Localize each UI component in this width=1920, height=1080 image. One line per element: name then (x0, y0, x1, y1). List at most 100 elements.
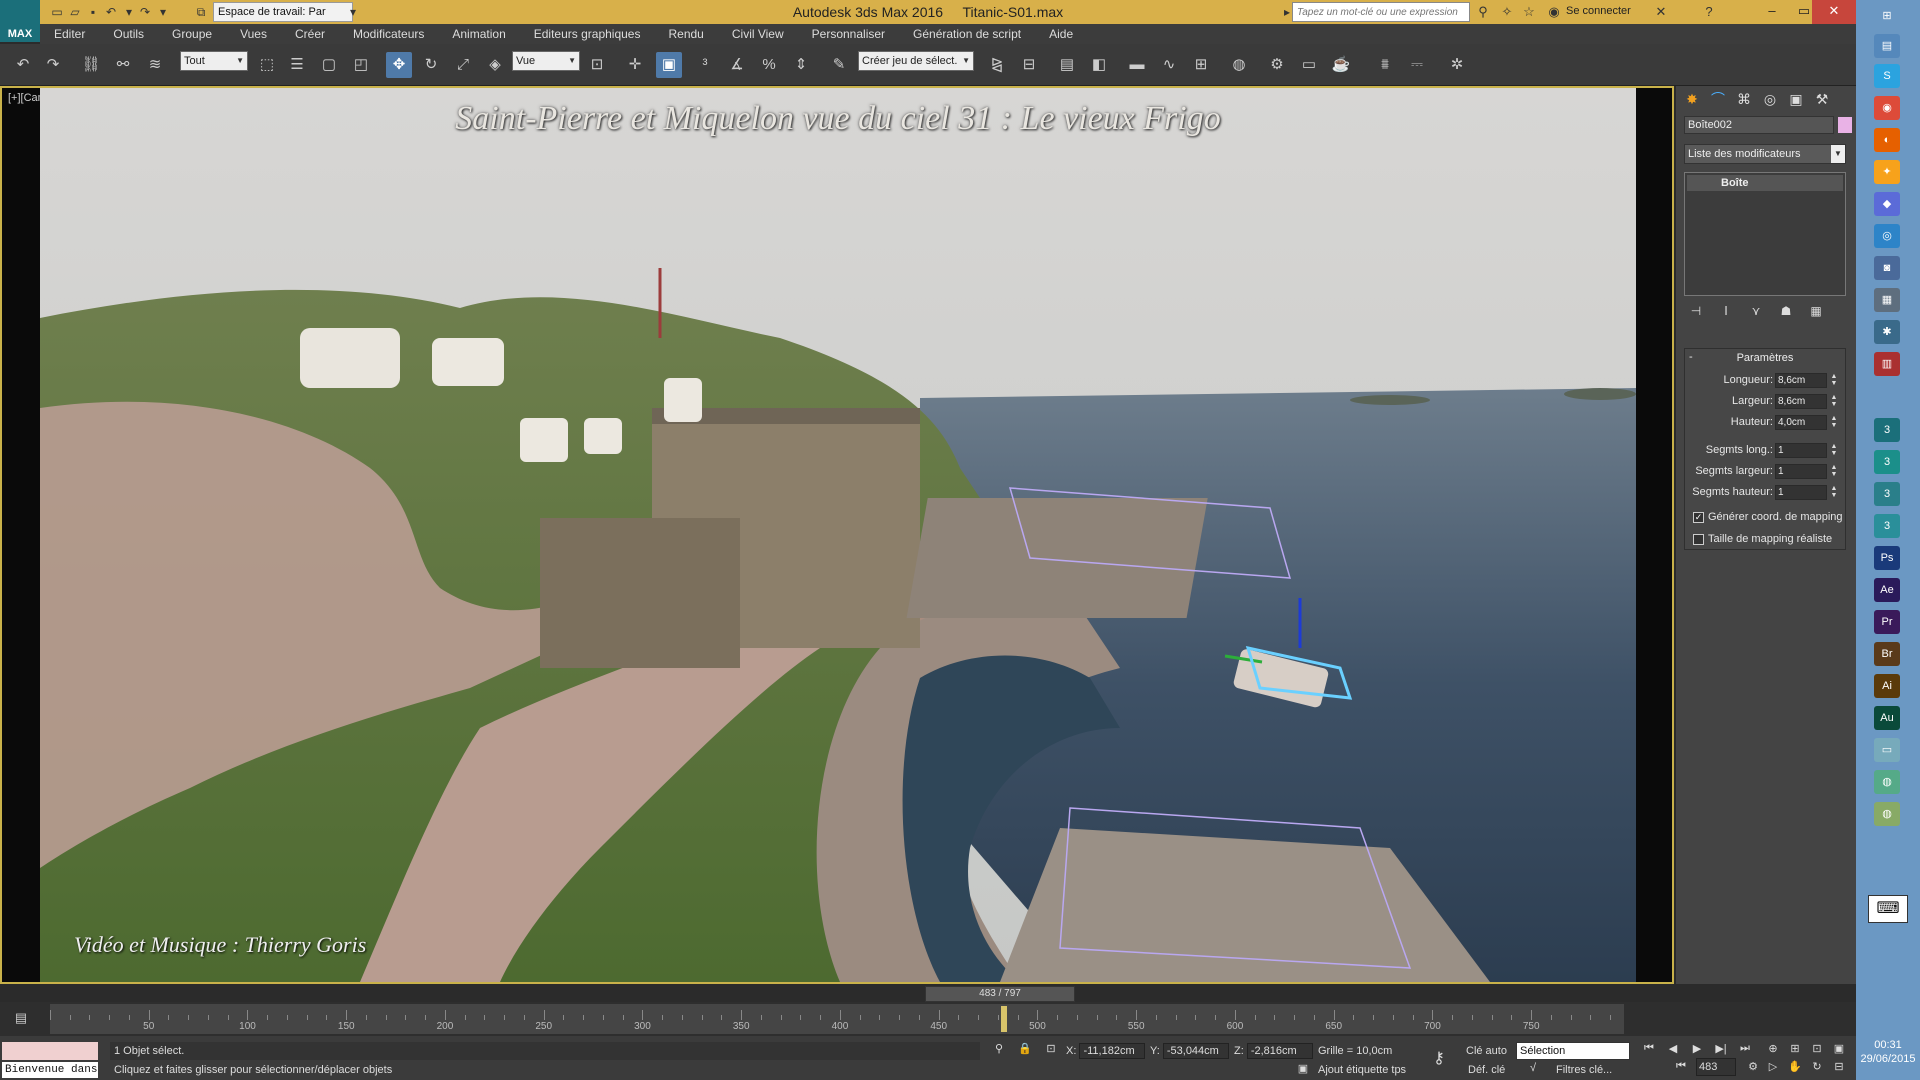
photoshop-icon[interactable]: Ps (1874, 546, 1900, 570)
3dsmax-icon[interactable]: 3 (1874, 418, 1900, 442)
favorites-star-icon[interactable]: ☆ (1520, 3, 1538, 21)
window-crossing-icon[interactable]: ◰ (348, 52, 374, 78)
modifier-stack[interactable]: Boîte (1684, 172, 1846, 296)
spinner-icon[interactable]: ▲ ▼ (1829, 373, 1839, 388)
material-editor-icon[interactable]: ◍ (1226, 52, 1252, 78)
minimize-button[interactable]: – (1756, 0, 1788, 24)
particle-view-icon[interactable]: ✲ (1444, 52, 1470, 78)
mirror-icon[interactable]: ⧎ (984, 52, 1010, 78)
key-icon[interactable]: ⚷ (1430, 1048, 1448, 1067)
app-icon[interactable]: ▥ (1874, 352, 1900, 376)
help-icon[interactable]: ? (1700, 3, 1718, 21)
param-value[interactable]: 1 (1775, 485, 1827, 500)
keyboard-shortcut-override-icon[interactable]: ▣ (656, 52, 682, 78)
z-field[interactable]: -2,816cm (1246, 1043, 1313, 1059)
reference-coordinate-dropdown[interactable]: Vue (512, 51, 580, 71)
search-input[interactable] (1292, 2, 1470, 22)
key-filter-icon[interactable]: √ (1524, 1062, 1542, 1078)
touch-keyboard-icon[interactable]: ⌨ (1868, 895, 1908, 923)
selection-filter-dropdown[interactable]: Tout (180, 51, 248, 71)
app-icon[interactable]: 3 (1874, 514, 1900, 538)
scene-background-image[interactable]: Saint-Pierre et Miquelon vue du ciel 31 … (40, 88, 1636, 982)
app-icon[interactable]: 3 (1874, 482, 1900, 506)
unlink-icon[interactable]: ⚯ (110, 52, 136, 78)
set-key-button[interactable]: Déf. clé (1468, 1064, 1505, 1076)
add-time-tag[interactable]: Ajout étiquette tps (1318, 1064, 1406, 1076)
menu-item-rendu[interactable]: Rendu (654, 24, 717, 44)
render-production-icon[interactable]: ☕ (1328, 52, 1354, 78)
pivot-center-icon[interactable]: ⊡ (584, 52, 610, 78)
modifier-list-dropdown[interactable]: Liste des modificateurs (1684, 144, 1846, 164)
blender-icon[interactable]: ✦ (1874, 160, 1900, 184)
menu-item-editer[interactable]: Editer (40, 24, 99, 44)
save-file-icon[interactable]: ▪ (84, 3, 102, 21)
key-selection-dropdown[interactable]: Sélection (1516, 1042, 1630, 1060)
key-filters-button[interactable]: Filtres clé... (1556, 1064, 1612, 1076)
object-name-field[interactable]: Boîte002 (1684, 116, 1834, 134)
windows-start-icon[interactable]: ⊞ (1874, 4, 1900, 28)
menu-item-modificateurs[interactable]: Modificateurs (339, 24, 438, 44)
track-bar[interactable]: ▤ 50 100 150 200 250 300 350 400 450 500 550 600 650… (0, 1002, 1856, 1036)
selection-lock-icon[interactable]: 🔒 (1016, 1042, 1034, 1058)
bind-space-warp-icon[interactable]: ≋ (142, 52, 168, 78)
checkbox-unchecked-icon[interactable] (1693, 533, 1704, 545)
spinner-snap-icon[interactable]: ⇕ (788, 52, 814, 78)
link-icon[interactable]: ⛓ (78, 52, 104, 78)
firefox-icon[interactable]: ◐ (1874, 128, 1900, 152)
named-selection-dropdown[interactable]: Créer jeu de sélect. (858, 51, 974, 71)
param-value[interactable]: 8,6cm (1775, 394, 1827, 409)
menu-item-animation[interactable]: Animation (438, 24, 519, 44)
field-of-view-icon[interactable]: ▷ (1764, 1060, 1782, 1076)
modifier-stack-item[interactable]: Boîte (1687, 175, 1843, 191)
spinner-icon[interactable]: ▲ ▼ (1829, 485, 1839, 500)
layer-explorer-icon[interactable]: ▤ (1054, 52, 1080, 78)
viewport-camera[interactable]: [+][Caméra][Tout] (0, 86, 1674, 984)
menu-item-editeurs-graphiques[interactable]: Editeurs graphiques (520, 24, 655, 44)
modify-tab-icon[interactable]: ⌒ (1706, 88, 1730, 110)
close-button[interactable]: ✕ (1812, 0, 1856, 24)
skype-icon[interactable]: S (1874, 64, 1900, 88)
select-object-icon[interactable]: ⬚ (254, 52, 280, 78)
ribbon-toggle-icon[interactable]: ▬ (1124, 52, 1150, 78)
time-slider[interactable]: 483 / 797 (925, 986, 1075, 1002)
user-icon[interactable]: ◉ (1545, 3, 1563, 21)
communication-center-icon[interactable]: ✧ (1498, 3, 1516, 21)
real-mapping-checkbox[interactable]: Taille de mapping réaliste (1693, 533, 1847, 547)
x-field[interactable]: -11,182cm (1079, 1043, 1146, 1059)
spinner-icon[interactable]: ▲ ▼ (1829, 443, 1839, 458)
undo-button[interactable]: ↶ (10, 52, 36, 78)
open-file-icon[interactable]: ▱ (66, 3, 84, 21)
after-effects-icon[interactable]: Ae (1874, 578, 1900, 602)
configure-sets-icon[interactable]: ▦ (1806, 304, 1826, 322)
app-icon[interactable]: ◙ (1874, 256, 1900, 280)
maxscript-listener-mini[interactable] (2, 1042, 98, 1060)
rectangular-selection-icon[interactable]: ▢ (316, 52, 342, 78)
timeline-playhead[interactable] (1000, 1006, 1007, 1032)
auto-key-button[interactable]: Clé auto (1466, 1045, 1507, 1057)
create-tab-icon[interactable]: ✸ (1680, 88, 1704, 110)
time-config-icon[interactable]: ⚙ (1744, 1060, 1762, 1076)
app-icon[interactable]: 3 (1874, 450, 1900, 474)
maxscript-welcome[interactable]: Bienvenue dans MAXScript. (2, 1062, 98, 1078)
param-value[interactable]: 8,6cm (1775, 373, 1827, 388)
placement-icon[interactable]: ◈ (482, 52, 508, 78)
civil-view-icon[interactable]: ⩩ (1372, 52, 1398, 78)
hierarchy-tab-icon[interactable]: ⌘ (1732, 88, 1756, 110)
app-icon[interactable]: ◍ (1874, 802, 1900, 826)
pan-icon[interactable]: ✋ (1786, 1060, 1804, 1076)
undo-icon[interactable]: ↶ (102, 3, 120, 21)
exchange-icon[interactable]: ✕ (1652, 3, 1670, 21)
curve-editor-mini-icon[interactable]: ▤ (8, 1006, 34, 1030)
zoom-icon[interactable]: ⊕ (1764, 1042, 1782, 1058)
app-icon[interactable]: ◆ (1874, 192, 1900, 216)
app-icon[interactable]: ◎ (1874, 224, 1900, 248)
menu-item-outils[interactable]: Outils (99, 24, 158, 44)
menu-item-personnaliser[interactable]: Personnaliser (798, 24, 899, 44)
zoom-all-icon[interactable]: ⊞ (1786, 1042, 1804, 1058)
rendered-frame-window-icon[interactable]: ▭ (1296, 52, 1322, 78)
menu-item-aide[interactable]: Aide (1035, 24, 1087, 44)
app-icon[interactable]: ◍ (1874, 770, 1900, 794)
system-clock[interactable]: 00:31 29/06/2015 (1856, 1038, 1920, 1066)
orbit-icon[interactable]: ↻ (1808, 1060, 1826, 1076)
schematic-view-icon[interactable]: ⊞ (1188, 52, 1214, 78)
